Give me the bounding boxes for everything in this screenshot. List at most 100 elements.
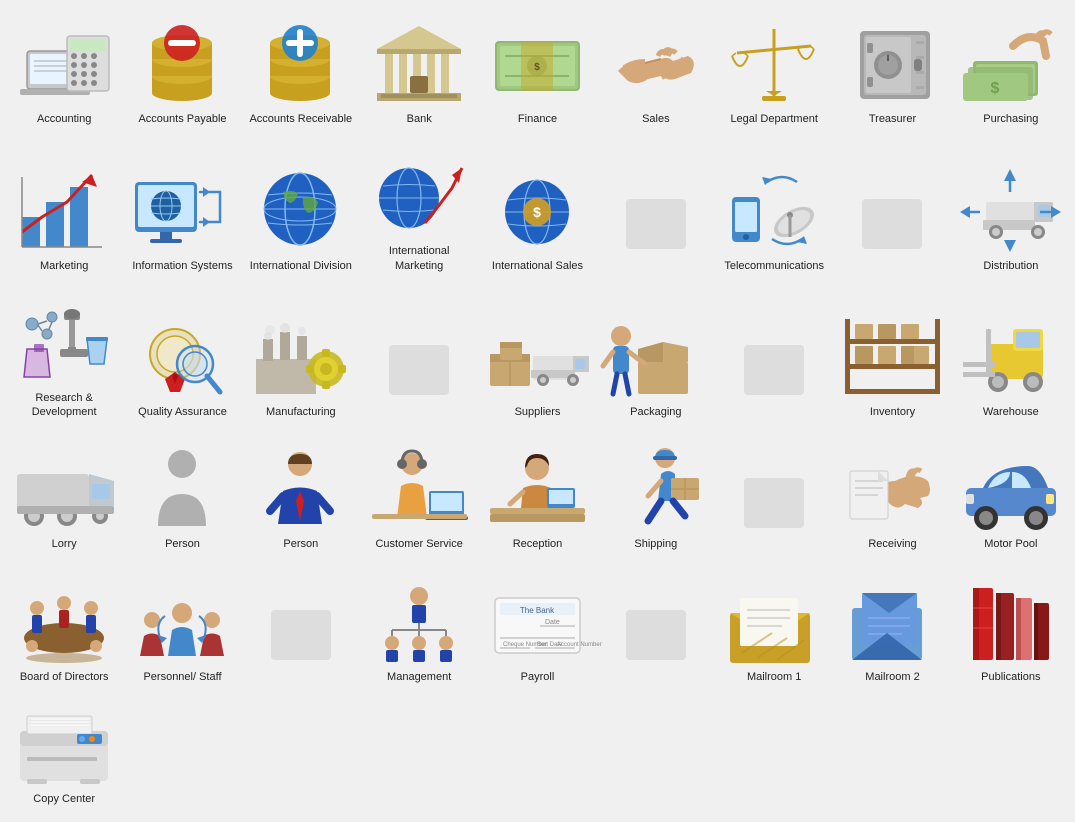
row-separator-3: [5, 558, 1070, 568]
icon-publications: [956, 576, 1066, 666]
label-information-systems: Information Systems: [132, 259, 232, 273]
icon-accounting: [9, 18, 119, 108]
icon-personnel-staff: [127, 576, 237, 666]
label-research-development: Research & Development: [9, 391, 119, 420]
icon-mailroom1: [719, 576, 829, 666]
label-finance: Finance: [518, 112, 557, 126]
icon-blank4a: [719, 458, 829, 548]
icon-item-information-systems[interactable]: Information Systems: [123, 142, 241, 279]
icon-research-development: [9, 297, 119, 387]
icon-item-warehouse[interactable]: Warehouse: [952, 289, 1070, 426]
icon-item-international-division[interactable]: International Division: [242, 142, 360, 279]
label-person2: Person: [283, 537, 318, 551]
icon-item-blank2b[interactable]: [833, 142, 951, 279]
icon-item-marketing[interactable]: Marketing: [5, 142, 123, 279]
icon-item-payroll[interactable]: The Bank Date Cheque Number Sort Date Ac…: [478, 568, 596, 690]
label-mailroom2: Mailroom 2: [865, 670, 919, 684]
icon-item-manufacturing[interactable]: Manufacturing: [242, 289, 360, 426]
icon-item-blank5a[interactable]: [242, 568, 360, 690]
label-suppliers: Suppliers: [515, 405, 561, 419]
label-bank: Bank: [407, 112, 432, 126]
icon-sales: [601, 18, 711, 108]
icon-item-distribution[interactable]: Distribution: [952, 142, 1070, 279]
icon-distribution: [956, 165, 1066, 255]
icon-international-sales: $: [482, 165, 592, 255]
svg-text:$: $: [533, 204, 541, 220]
icon-shipping: [601, 443, 711, 533]
icon-blank3b: [719, 325, 829, 415]
icon-item-board-of-directors[interactable]: Board of Directors: [5, 568, 123, 690]
icon-accounts-payable: [127, 18, 237, 108]
label-payroll: Payroll: [521, 670, 555, 684]
label-legal-department: Legal Department: [730, 112, 817, 126]
icon-motor-pool: [956, 443, 1066, 533]
label-board-of-directors: Board of Directors: [20, 670, 109, 684]
icon-item-reception[interactable]: Reception: [478, 435, 596, 557]
icon-item-international-sales[interactable]: $ International Sales: [478, 142, 596, 279]
label-management: Management: [387, 670, 451, 684]
icon-mailroom2: [837, 576, 947, 666]
icon-item-accounting[interactable]: Accounting: [5, 10, 123, 132]
icon-item-mailroom1[interactable]: Mailroom 1: [715, 568, 833, 690]
label-copy-center: Copy Center: [33, 792, 95, 806]
icon-item-treasurer[interactable]: Treasurer: [833, 10, 951, 132]
icon-marketing: [9, 165, 119, 255]
icon-item-blank4a[interactable]: [715, 435, 833, 557]
label-accounts-receivable: Accounts Receivable: [249, 112, 352, 126]
icon-receiving: [837, 443, 947, 533]
icon-warehouse: [956, 311, 1066, 401]
icon-item-legal-department[interactable]: Legal Department: [715, 10, 833, 132]
icon-blank2a: [601, 179, 711, 269]
icon-purchasing: $: [956, 18, 1066, 108]
icon-item-purchasing[interactable]: $ Purchasing: [952, 10, 1070, 132]
icon-item-accounts-payable[interactable]: Accounts Payable: [123, 10, 241, 132]
label-telecommunications: Telecommunications: [724, 259, 824, 273]
label-quality-assurance: Quality Assurance: [138, 405, 227, 419]
row-separator-2: [5, 425, 1070, 435]
icon-item-quality-assurance[interactable]: Quality Assurance: [123, 289, 241, 426]
icon-item-finance[interactable]: $ Finance: [478, 10, 596, 132]
icon-item-customer-service[interactable]: Customer Service: [360, 435, 478, 557]
icon-item-personnel-staff[interactable]: Personnel/ Staff: [123, 568, 241, 690]
icon-item-telecommunications[interactable]: Telecommunications: [715, 142, 833, 279]
label-accounting: Accounting: [37, 112, 91, 126]
icon-item-international-marketing[interactable]: International Marketing: [360, 142, 478, 279]
icon-item-research-development[interactable]: Research & Development: [5, 289, 123, 426]
icon-legal-department: [719, 18, 829, 108]
icon-item-blank3a[interactable]: [360, 289, 478, 426]
icon-item-suppliers[interactable]: Suppliers: [478, 289, 596, 426]
icon-lorry: [9, 443, 119, 533]
icon-international-division: [246, 165, 356, 255]
icon-blank5b: [601, 590, 711, 680]
row-separator-0: [5, 132, 1070, 142]
icon-item-packaging[interactable]: Packaging: [597, 289, 715, 426]
icon-item-person1[interactable]: Person: [123, 435, 241, 557]
icon-item-inventory[interactable]: Inventory: [833, 289, 951, 426]
icon-item-receiving[interactable]: Receiving: [833, 435, 951, 557]
icon-item-publications[interactable]: Publications: [952, 568, 1070, 690]
icon-manufacturing: [246, 311, 356, 401]
icon-item-accounts-receivable[interactable]: Accounts Receivable: [242, 10, 360, 132]
svg-text:$: $: [991, 80, 1000, 97]
label-customer-service: Customer Service: [375, 537, 462, 551]
icon-item-blank5b[interactable]: [597, 568, 715, 690]
label-treasurer: Treasurer: [869, 112, 916, 126]
row-separator-1: [5, 279, 1070, 289]
icon-item-motor-pool[interactable]: Motor Pool: [952, 435, 1070, 557]
icon-item-mailroom2[interactable]: Mailroom 2: [833, 568, 951, 690]
label-lorry: Lorry: [52, 537, 77, 551]
icon-international-marketing: [364, 150, 474, 240]
icon-item-person2[interactable]: Person: [242, 435, 360, 557]
icon-item-shipping[interactable]: Shipping: [597, 435, 715, 557]
icon-item-bank[interactable]: Bank: [360, 10, 478, 132]
label-motor-pool: Motor Pool: [984, 537, 1037, 551]
icon-item-blank2a[interactable]: [597, 142, 715, 279]
icon-item-sales[interactable]: Sales: [597, 10, 715, 132]
icon-item-blank3b[interactable]: [715, 289, 833, 426]
icon-item-copy-center[interactable]: Copy Center: [5, 690, 123, 812]
icon-item-management[interactable]: Management: [360, 568, 478, 690]
label-personnel-staff: Personnel/ Staff: [143, 670, 221, 684]
label-shipping: Shipping: [634, 537, 677, 551]
icon-item-lorry[interactable]: Lorry: [5, 435, 123, 557]
label-reception: Reception: [513, 537, 563, 551]
